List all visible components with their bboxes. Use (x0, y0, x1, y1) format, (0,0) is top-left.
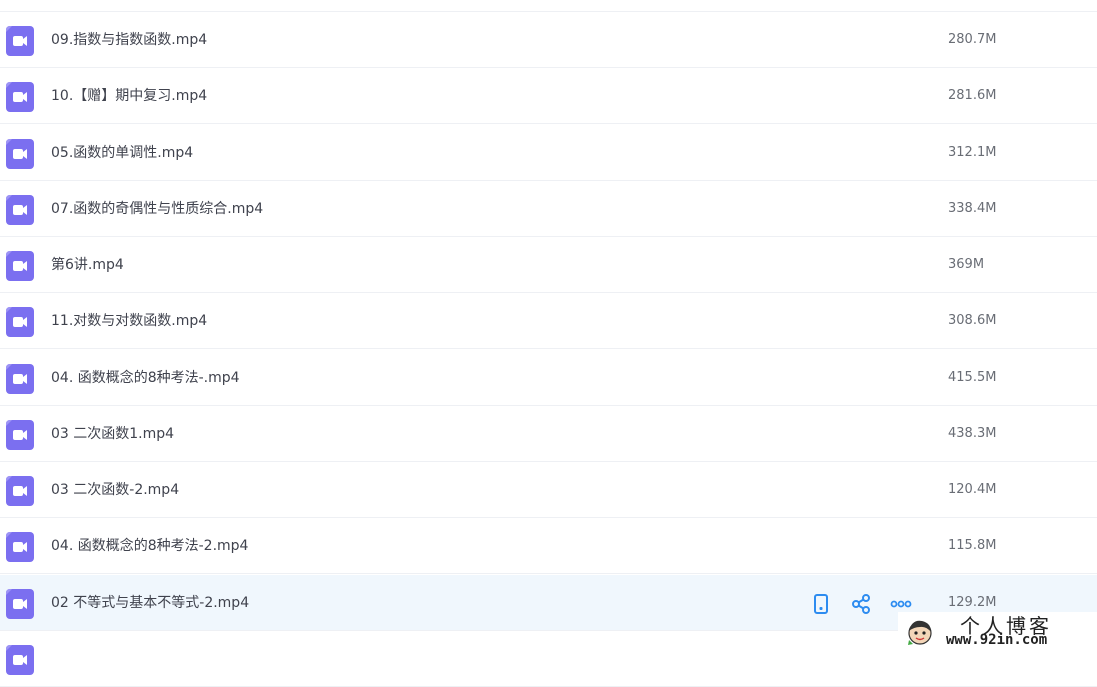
video-file-icon (6, 82, 34, 112)
file-size: 338.4M (948, 201, 997, 216)
file-size: 281.6M (948, 88, 997, 103)
file-size: 369M (948, 257, 985, 272)
watermark-url: www.92in.com (946, 632, 1048, 648)
video-file-icon (6, 364, 34, 394)
file-name: 02 不等式与基本不等式-2.mp4 (51, 595, 250, 611)
list-item[interactable]: 03 二次函数1.mp4 438.3M (0, 406, 1097, 462)
file-name: 09.指数与指数函数.mp4 (51, 32, 208, 48)
video-file-icon (6, 195, 34, 225)
file-name: 04. 函数概念的8种考法-.mp4 (51, 370, 240, 386)
file-name: 05.函数的单调性.mp4 (51, 145, 194, 161)
file-size: 438.3M (948, 426, 997, 441)
list-item[interactable]: 09.指数与指数函数.mp4 280.7M (0, 12, 1097, 68)
file-size: 308.6M (948, 313, 997, 328)
list-item[interactable]: 10.【赠】期中复习.mp4 281.6M (0, 68, 1097, 124)
video-file-icon (6, 476, 34, 506)
list-item[interactable]: 05.函数的单调性.mp4 312.1M (0, 125, 1097, 181)
list-item[interactable]: 第6讲.mp4 369M (0, 237, 1097, 293)
video-file-icon (6, 420, 34, 450)
file-name: 07.函数的奇偶性与性质综合.mp4 (51, 201, 264, 217)
watermark: 个人博客 www.92in.com (898, 612, 1097, 654)
list-item[interactable]: 07.函数的奇偶性与性质综合.mp4 338.4M (0, 181, 1097, 237)
file-size: 312.1M (948, 145, 997, 160)
file-size: 415.5M (948, 370, 997, 385)
video-file-icon (6, 645, 34, 675)
share-icon[interactable] (850, 593, 872, 615)
video-file-icon (6, 251, 34, 281)
file-name: 03 二次函数-2.mp4 (51, 482, 180, 498)
phone-icon[interactable] (810, 593, 832, 615)
file-size: 120.4M (948, 482, 997, 497)
list-item[interactable]: 04. 函数概念的8种考法-.mp4 415.5M (0, 350, 1097, 406)
list-item[interactable]: 11.对数与对数函数.mp4 308.6M (0, 293, 1097, 349)
list-item[interactable]: 03 二次函数-2.mp4 120.4M (0, 462, 1097, 518)
file-name: 04. 函数概念的8种考法-2.mp4 (51, 538, 249, 554)
file-size: 280.7M (948, 32, 997, 47)
file-size: 115.8M (948, 538, 997, 553)
video-file-icon (6, 589, 34, 619)
video-file-icon (6, 139, 34, 169)
list-item[interactable]: 04. 函数概念的8种考法-2.mp4 115.8M (0, 518, 1097, 574)
video-file-icon (6, 532, 34, 562)
file-name: 10.【赠】期中复习.mp4 (51, 88, 208, 104)
video-file-icon (6, 307, 34, 337)
video-file-icon (6, 26, 34, 56)
cartoon-face-icon (908, 620, 932, 645)
file-name: 第6讲.mp4 (51, 257, 124, 273)
file-name: 11.对数与对数函数.mp4 (51, 313, 208, 329)
file-name: 03 二次函数1.mp4 (51, 426, 175, 442)
